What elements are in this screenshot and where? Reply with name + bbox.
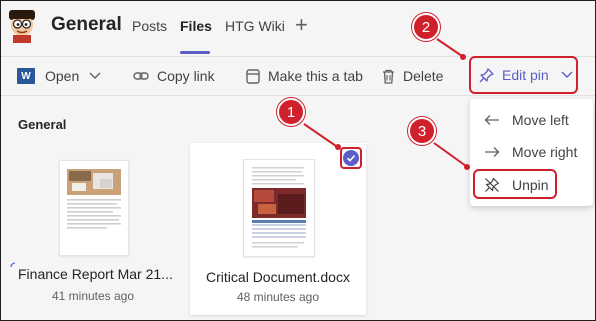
- callout-2: 2: [412, 13, 440, 41]
- callout-1: 1: [277, 98, 305, 126]
- callout-3: 3: [408, 117, 436, 145]
- callout-leader-lines: [303, 38, 470, 170]
